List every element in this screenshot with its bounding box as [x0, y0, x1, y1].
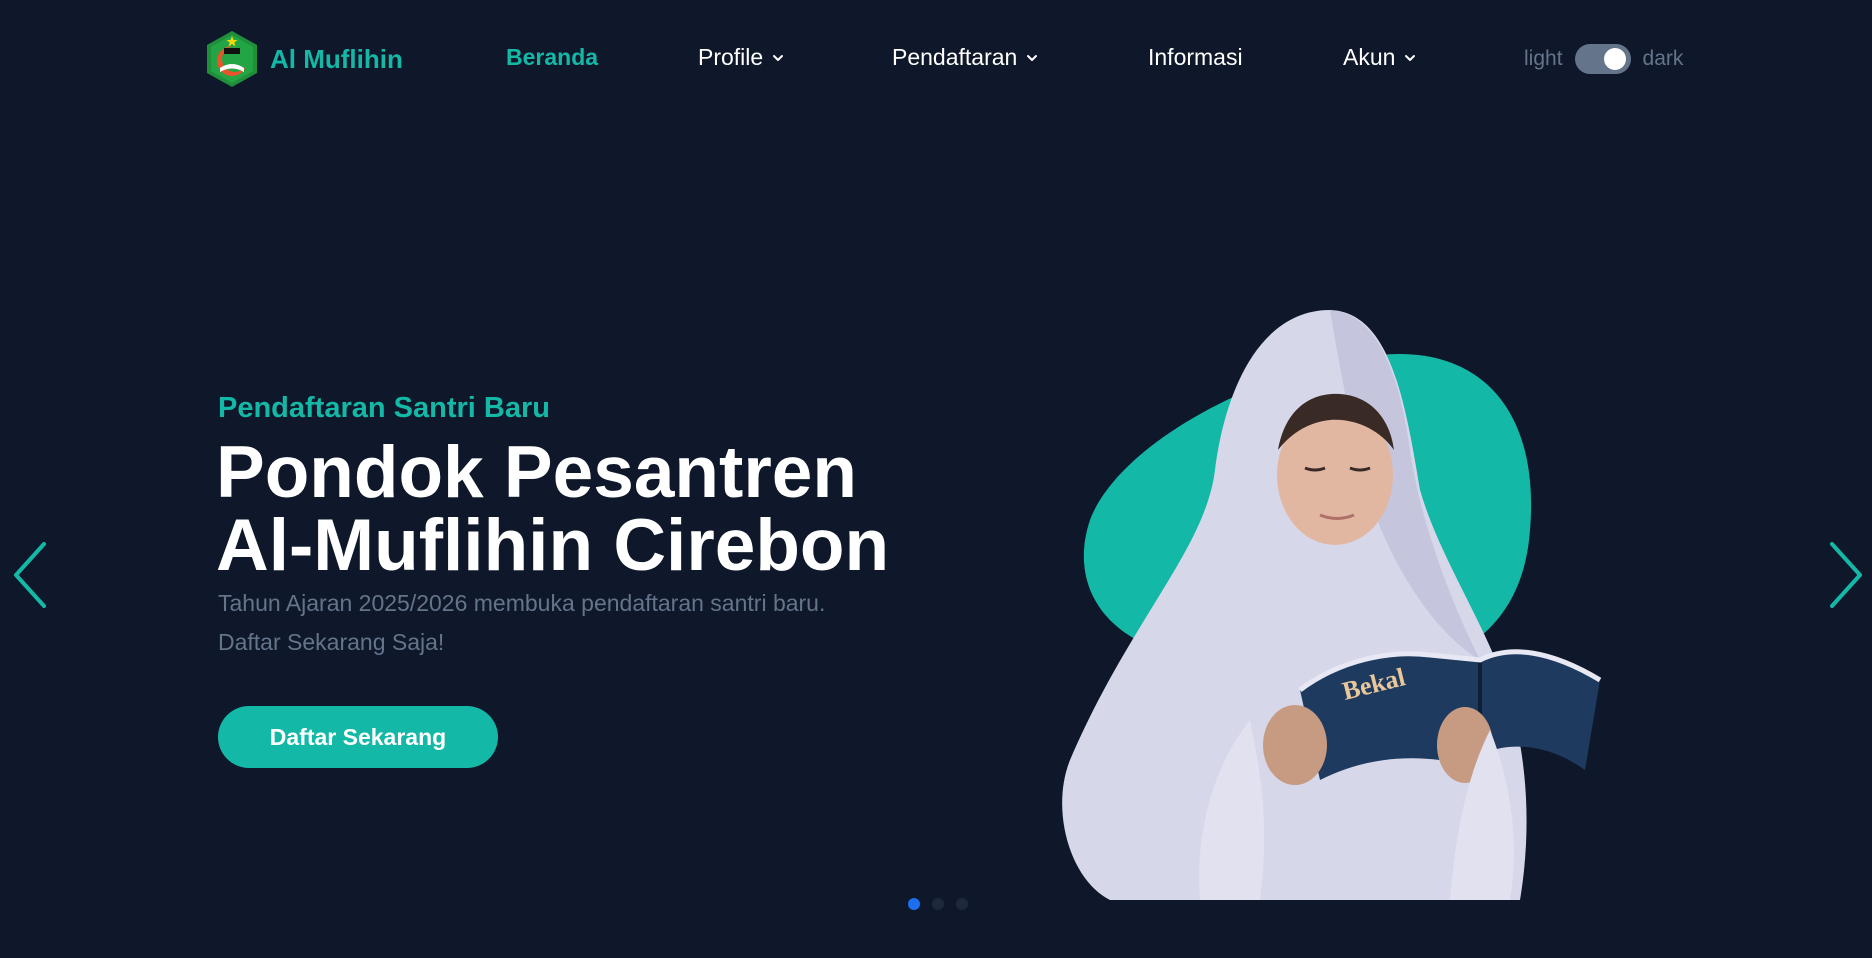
chevron-down-icon: [1027, 54, 1038, 61]
theme-switch[interactable]: [1574, 44, 1631, 74]
brand-logo-link[interactable]: Al Muflihin: [204, 30, 403, 88]
hero-title-line2: Al-Muflihin Cirebon: [216, 505, 890, 586]
carousel-pagination: [908, 898, 968, 910]
navbar: Al Muflihin Beranda Profile Pendaftaran …: [0, 0, 1872, 120]
nav-item-pendaftaran[interactable]: Pendaftaran: [892, 44, 1039, 71]
nav-item-beranda[interactable]: Beranda: [506, 44, 598, 71]
daftar-sekarang-button[interactable]: Daftar Sekarang: [218, 706, 498, 768]
hero-description: Tahun Ajaran 2025/2026 membuka pendaftar…: [218, 584, 898, 662]
theme-light-label: light: [1524, 47, 1563, 70]
carousel-next-arrow-icon[interactable]: [1826, 540, 1866, 610]
hero-description-line2: Daftar Sekarang Saja!: [218, 629, 445, 655]
hero-description-line1: Tahun Ajaran 2025/2026 membuka pendaftar…: [218, 590, 826, 616]
carousel-dot-2[interactable]: [932, 898, 944, 910]
theme-switch-knob: [1603, 48, 1626, 70]
nav-item-label: Profile: [698, 44, 764, 70]
carousel-dot-3[interactable]: [956, 898, 968, 910]
nav-item-label: Informasi: [1148, 44, 1243, 70]
nav-item-label: Akun: [1343, 44, 1396, 70]
theme-dark-label: dark: [1642, 47, 1684, 70]
hero-title-line1: Pondok Pesantren: [216, 432, 857, 513]
chevron-down-icon: [1405, 54, 1416, 61]
hero-illustration: Bekal: [1062, 310, 1602, 900]
chevron-down-icon: [773, 54, 784, 61]
nav-item-akun[interactable]: Akun: [1343, 44, 1417, 71]
theme-toggle: light dark: [1524, 44, 1683, 74]
hero-title: Pondok Pesantren Al-Muflihin Cirebon: [216, 436, 916, 582]
crescent-shield-logo-icon: [207, 31, 257, 87]
brand-name: Al Muflihin: [270, 43, 403, 74]
nav-item-profile[interactable]: Profile: [698, 44, 785, 71]
hero-subtitle: Pendaftaran Santri Baru: [218, 392, 550, 424]
nav-item-informasi[interactable]: Informasi: [1148, 44, 1243, 71]
nav-item-label: Beranda: [506, 44, 599, 70]
carousel-dot-1[interactable]: [908, 898, 920, 910]
nav-item-label: Pendaftaran: [892, 44, 1018, 70]
carousel-prev-arrow-icon[interactable]: [10, 540, 50, 610]
left-hand-shape: [1263, 705, 1327, 785]
